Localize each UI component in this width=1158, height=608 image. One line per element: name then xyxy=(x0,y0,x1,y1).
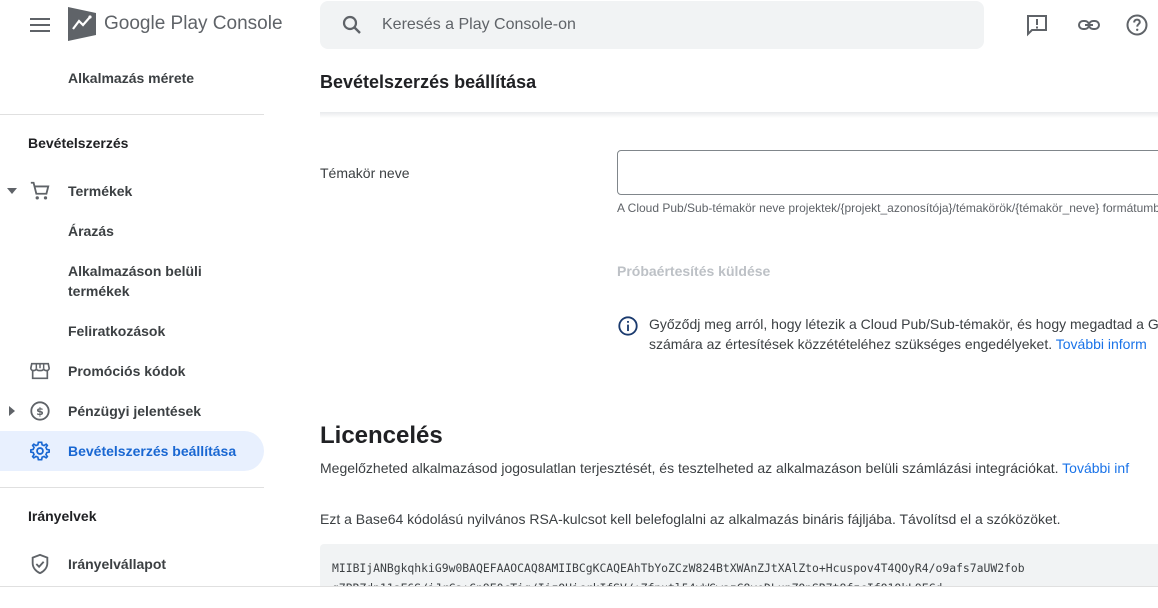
sidebar-item-label: Feliratkozások xyxy=(68,323,166,339)
sidebar-item-subscriptions[interactable]: Feliratkozások xyxy=(0,319,264,343)
label-line-1: Alkalmazáson belüli xyxy=(68,263,202,279)
sidebar-nav: Alkalmazás mérete Bevételszerzés Terméke… xyxy=(0,50,264,608)
help-icon[interactable] xyxy=(1124,12,1150,38)
sidebar-item-app-size[interactable]: Alkalmazás mérete xyxy=(0,66,264,90)
sidebar-item-label: Alkalmazás mérete xyxy=(68,70,195,86)
licensing-description: Megelőzheted alkalmazásod jogosulatlan t… xyxy=(320,460,1129,476)
logo-google-play: Google Play xyxy=(104,13,208,34)
info-icon xyxy=(618,316,638,336)
storefront-icon xyxy=(28,359,52,383)
sidebar-heading-monetization: Bevételszerzés xyxy=(28,135,129,151)
sidebar-item-products[interactable]: Termékek xyxy=(0,179,264,203)
sidebar-item-monetization-setup[interactable]: Bevételszerzés beállítása xyxy=(0,431,264,471)
label-line-2: termékek xyxy=(68,283,130,299)
licensing-more-link[interactable]: További inf xyxy=(1062,460,1129,476)
info-text-line-2: számára az értesítések közzétételéhez sz… xyxy=(649,336,1053,352)
sidebar-item-financial-reports[interactable]: $ Pénzügyi jelentések xyxy=(0,399,264,423)
licensing-description-text: Megelőzheted alkalmazásod jogosulatlan t… xyxy=(320,460,1059,476)
sidebar-item-promo-codes[interactable]: Promóciós kódok xyxy=(0,359,264,383)
sidebar-item-label: Árazás xyxy=(68,223,114,239)
logo-console: Console xyxy=(212,13,283,34)
caret-right-icon[interactable] xyxy=(6,405,18,417)
search-bar[interactable] xyxy=(320,1,984,49)
gear-icon xyxy=(28,439,52,463)
rsa-key-line: MIIBIjANBgkqhkiG9w0BAQEFAAOCAQ8AMIIBCgKC… xyxy=(332,561,1025,575)
main-content: Bevételszerzés beállítása Témakör neve A… xyxy=(264,50,1158,608)
search-input[interactable] xyxy=(382,16,942,34)
info-text-line-1: Győződj meg arról, hogy létezik a Cloud … xyxy=(649,316,1158,332)
google-play-console-logo[interactable]: Google Play Console xyxy=(68,7,283,41)
sidebar-item-label: Promóciós kódok xyxy=(68,363,186,379)
shield-check-icon xyxy=(28,552,52,576)
sidebar-item-pricing[interactable]: Árazás xyxy=(0,219,264,243)
sidebar-divider xyxy=(0,487,264,488)
sidebar-item-label: Alkalmazáson belüli termékek xyxy=(68,261,202,301)
caret-down-icon[interactable] xyxy=(6,185,18,197)
info-text: Győződj meg arról, hogy létezik a Cloud … xyxy=(649,314,1158,354)
title-divider xyxy=(320,112,1158,118)
svg-text:$: $ xyxy=(36,405,44,418)
sidebar-heading-policy: Irányelvek xyxy=(28,508,97,524)
sidebar-item-label: Bevételszerzés beállítása xyxy=(68,443,237,459)
logo-text: Google Play Console xyxy=(104,13,283,35)
topic-name-hint: A Cloud Pub/Sub-témakör neve projektek/{… xyxy=(617,201,1158,215)
sidebar-item-in-app-products[interactable]: Alkalmazáson belüli termékek xyxy=(0,261,264,301)
bottom-edge xyxy=(0,586,1158,608)
hamburger-menu-icon[interactable] xyxy=(22,8,58,42)
page-title: Bevételszerzés beállítása xyxy=(320,72,537,92)
sidebar-item-label: Irányelvállapot xyxy=(68,556,167,572)
sidebar-divider xyxy=(0,114,264,115)
sidebar-item-label: Termékek xyxy=(68,183,133,199)
dollar-circle-icon: $ xyxy=(28,399,52,423)
send-test-notification-button[interactable]: Próbaértesítés küldése xyxy=(617,263,770,279)
sidebar-item-policy-status[interactable]: Irányelvállapot xyxy=(0,552,264,576)
topic-name-field[interactable] xyxy=(617,150,1158,195)
info-more-link[interactable]: További inform xyxy=(1056,336,1147,352)
licensing-section-title: Licencelés xyxy=(320,422,443,449)
cart-icon xyxy=(28,179,52,203)
search-icon xyxy=(342,15,361,34)
top-app-bar: Google Play Console xyxy=(0,0,1158,50)
link-icon[interactable] xyxy=(1076,12,1102,38)
sidebar-item-label: Pénzügyi jelentések xyxy=(68,403,202,419)
play-console-logo-icon xyxy=(68,7,96,41)
feedback-icon[interactable] xyxy=(1024,12,1050,38)
base64-description: Ezt a Base64 kódolású nyilvános RSA-kulc… xyxy=(320,511,1061,527)
topic-name-label: Témakör neve xyxy=(320,165,410,181)
